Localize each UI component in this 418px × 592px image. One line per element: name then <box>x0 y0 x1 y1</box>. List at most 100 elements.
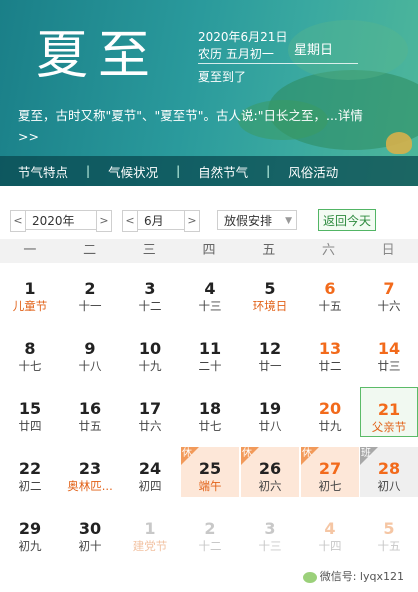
lunar-day-label: 初七 <box>318 479 342 493</box>
weekday-thu: 四 <box>202 243 216 258</box>
calendar-day[interactable]: 7 十六 <box>360 267 418 317</box>
day-number: 5 <box>383 519 395 538</box>
wechat-watermark: 微信号: lyqx121 <box>298 566 408 586</box>
holiday-select[interactable]: 放假安排 ▼ <box>217 210 297 230</box>
lunar-day-label: 十二 <box>198 539 222 553</box>
lunar-day-label: 十八 <box>78 359 102 373</box>
festival-label: 儿童节 <box>12 299 48 313</box>
day-number: 9 <box>84 339 96 358</box>
day-number: 6 <box>324 279 336 298</box>
calendar-day[interactable]: 13 廿二 <box>301 327 359 377</box>
lunar-day-label: 初六 <box>258 479 282 493</box>
calendar-day[interactable]: 班 28 初八 <box>360 447 418 497</box>
day-number: 5 <box>264 279 276 298</box>
info-divider <box>198 63 358 64</box>
calendar-day[interactable]: 19 廿八 <box>241 387 299 437</box>
year-select-value: 2020年 <box>32 214 75 228</box>
day-number: 3 <box>144 279 156 298</box>
calendar-day[interactable]: 4 十四 <box>301 507 359 557</box>
tab-customs[interactable]: 风俗活动 <box>270 162 356 181</box>
tab-features[interactable]: 节气特点 <box>0 162 86 181</box>
calendar-day[interactable]: 23 奥林匹... <box>61 447 119 497</box>
frog-illustration <box>386 132 412 154</box>
calendar-day[interactable]: 8 十七 <box>1 327 59 377</box>
day-number: 3 <box>264 519 276 538</box>
prev-month-button[interactable]: < <box>122 210 138 232</box>
lunar-day-label: 廿四 <box>18 419 42 433</box>
calendar-day[interactable]: 3 十二 <box>121 267 179 317</box>
calendar-day[interactable]: 12 廿一 <box>241 327 299 377</box>
day-number: 23 <box>78 459 102 478</box>
lunar-day-label: 十七 <box>18 359 42 373</box>
calendar-day[interactable]: 15 廿四 <box>1 387 59 437</box>
day-number: 8 <box>24 339 36 358</box>
calendar-day[interactable]: 5 十五 <box>360 507 418 557</box>
lunar-day-label: 十一 <box>78 299 102 313</box>
day-number: 1 <box>144 519 156 538</box>
day-number: 15 <box>18 399 42 418</box>
weekday-label: 星期日 <box>294 43 334 58</box>
tab-climate[interactable]: 气候状况 <box>90 162 176 181</box>
watermark-text: 微信号: lyqx121 <box>319 570 404 583</box>
calendar-day[interactable]: 17 廿六 <box>121 387 179 437</box>
holiday-select-value: 放假安排 <box>224 214 273 228</box>
calendar-day[interactable]: 休 27 初七 <box>301 447 359 497</box>
next-year-button[interactable]: > <box>96 210 112 232</box>
calendar-day[interactable]: 3 十三 <box>241 507 299 557</box>
day-number: 2 <box>84 279 96 298</box>
day-number: 4 <box>324 519 336 538</box>
jieqi-tagline: 夏至到了 <box>198 70 247 84</box>
calendar-day[interactable]: 休 25 端午 <box>181 447 239 497</box>
day-number: 19 <box>258 399 282 418</box>
calendar-day[interactable]: 9 十八 <box>61 327 119 377</box>
calendar-day[interactable]: 18 廿七 <box>181 387 239 437</box>
festival-label: 建党节 <box>132 539 168 553</box>
prev-year-button[interactable]: < <box>10 210 26 232</box>
lunar-day-label: 初九 <box>18 539 42 553</box>
calendar-day[interactable]: 休 26 初六 <box>241 447 299 497</box>
calendar-day[interactable]: 4 十三 <box>181 267 239 317</box>
calendar-day[interactable]: 1 建党节 <box>121 507 179 557</box>
day-number: 21 <box>377 400 401 419</box>
workday-badge: 班 <box>361 448 371 459</box>
calendar-day[interactable]: 22 初二 <box>1 447 59 497</box>
back-to-today-button[interactable]: 返回今天 <box>318 209 376 231</box>
calendar-day[interactable]: 10 十九 <box>121 327 179 377</box>
weekday-sun: 日 <box>381 243 395 258</box>
day-number: 29 <box>18 519 42 538</box>
calendar-day-today[interactable]: 21 父亲节 <box>360 387 418 437</box>
day-number: 18 <box>198 399 222 418</box>
calendar-day[interactable]: 5 环境日 <box>241 267 299 317</box>
calendar-day[interactable]: 2 十一 <box>61 267 119 317</box>
day-number: 1 <box>24 279 36 298</box>
lunar-day-label: 十九 <box>138 359 162 373</box>
holiday-badge: 休 <box>242 448 252 459</box>
day-number: 14 <box>377 339 401 358</box>
calendar-day[interactable]: 30 初十 <box>61 507 119 557</box>
tab-nature[interactable]: 自然节气 <box>180 162 266 181</box>
month-select-value: 6月 <box>144 214 164 228</box>
calendar-day[interactable]: 11 二十 <box>181 327 239 377</box>
lunar-day-label: 十五 <box>318 299 342 313</box>
day-number: 24 <box>138 459 162 478</box>
lunar-day-label: 初八 <box>377 479 401 493</box>
day-number: 16 <box>78 399 102 418</box>
calendar-day[interactable]: 2 十二 <box>181 507 239 557</box>
calendar-day[interactable]: 29 初九 <box>1 507 59 557</box>
day-number: 2 <box>204 519 216 538</box>
day-number: 10 <box>138 339 162 358</box>
calendar-day[interactable]: 16 廿五 <box>61 387 119 437</box>
weekday-header: 一 二 三 四 五 六 日 <box>0 239 418 263</box>
lunar-day-label: 廿一 <box>258 359 282 373</box>
calendar-day[interactable]: 6 十五 <box>301 267 359 317</box>
calendar-day[interactable]: 24 初四 <box>121 447 179 497</box>
next-month-button[interactable]: > <box>184 210 200 232</box>
calendar-day[interactable]: 20 廿九 <box>301 387 359 437</box>
holiday-badge: 休 <box>182 448 192 459</box>
lunar-day-label: 十五 <box>377 539 401 553</box>
calendar-day[interactable]: 1 儿童节 <box>1 267 59 317</box>
weekday-fri: 五 <box>262 243 276 258</box>
lunar-day-label: 初十 <box>78 539 102 553</box>
day-number: 12 <box>258 339 282 358</box>
calendar-day[interactable]: 14 廿三 <box>360 327 418 377</box>
